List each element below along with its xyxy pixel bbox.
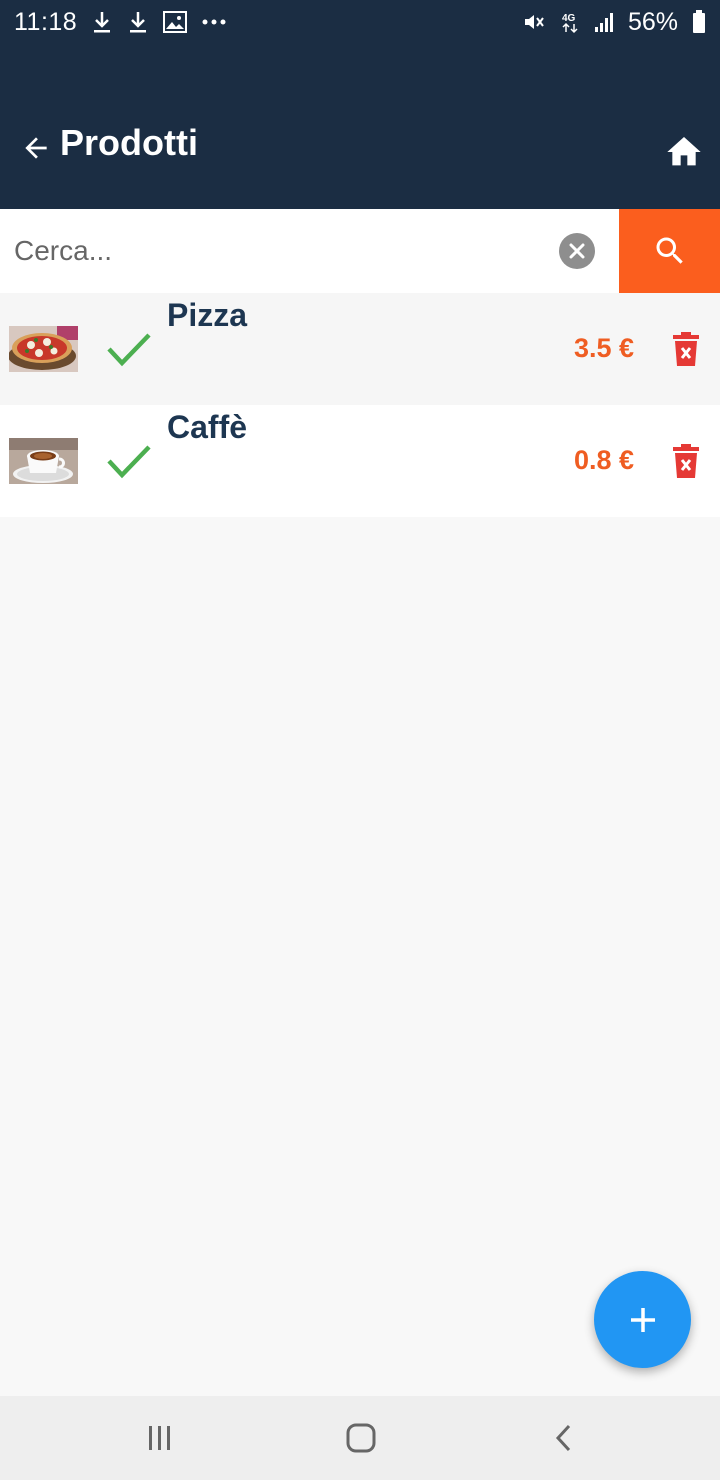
plus-icon xyxy=(630,1307,655,1332)
home-nav-icon xyxy=(346,1423,376,1453)
arrow-back-icon xyxy=(25,137,47,159)
product-name: Caffè xyxy=(167,409,248,445)
coffee-image xyxy=(9,438,78,484)
battery-icon xyxy=(692,10,706,34)
status-right: 4G 56% xyxy=(522,8,706,37)
clear-search-button[interactable] xyxy=(559,233,595,269)
home-icon xyxy=(667,137,701,166)
check-icon xyxy=(106,443,152,479)
network-icon: 4G xyxy=(560,10,580,34)
image-icon xyxy=(163,10,188,34)
search-button[interactable] xyxy=(619,209,720,293)
home-button[interactable] xyxy=(664,132,704,172)
product-price: 0.8 € xyxy=(573,445,634,475)
download-icon xyxy=(127,10,149,34)
add-product-button[interactable] xyxy=(594,1271,691,1368)
product-price: 3.5 € xyxy=(573,333,634,363)
delete-button[interactable] xyxy=(672,331,700,367)
status-left: 11:18 xyxy=(14,8,227,37)
back-button[interactable] xyxy=(18,130,54,166)
home-nav-button[interactable] xyxy=(341,1418,381,1458)
product-list: Pizza 3.5 € Caffè 0.8 € xyxy=(0,293,720,517)
status-time: 11:18 xyxy=(14,7,78,36)
search-input[interactable] xyxy=(0,209,550,293)
battery-percent: 56% xyxy=(627,7,678,36)
clear-icon xyxy=(569,243,585,259)
system-nav-bar xyxy=(0,1396,720,1480)
back-nav-icon xyxy=(555,1424,571,1452)
status-bar: 11:18 4G 56% xyxy=(0,0,720,44)
page-title: Prodotti xyxy=(60,122,198,163)
product-row[interactable]: Pizza 3.5 € xyxy=(0,293,720,405)
pizza-image xyxy=(9,326,78,372)
search-bar xyxy=(0,209,720,293)
network-label: 4G xyxy=(562,13,576,24)
app-bar: Prodotti xyxy=(0,44,720,209)
more-dots-icon xyxy=(201,10,227,34)
search-icon xyxy=(656,237,683,264)
download-icon xyxy=(91,10,113,34)
mute-icon xyxy=(522,10,546,34)
delete-button[interactable] xyxy=(672,443,700,479)
back-nav-button[interactable] xyxy=(543,1418,583,1458)
check-icon xyxy=(106,331,152,367)
recent-apps-button[interactable] xyxy=(140,1418,180,1458)
product-name: Pizza xyxy=(167,297,248,333)
trash-icon xyxy=(673,332,699,366)
signal-icon xyxy=(594,10,614,34)
recent-apps-icon xyxy=(149,1426,170,1450)
product-row[interactable]: Caffè 0.8 € xyxy=(0,405,720,517)
trash-icon xyxy=(673,444,699,478)
